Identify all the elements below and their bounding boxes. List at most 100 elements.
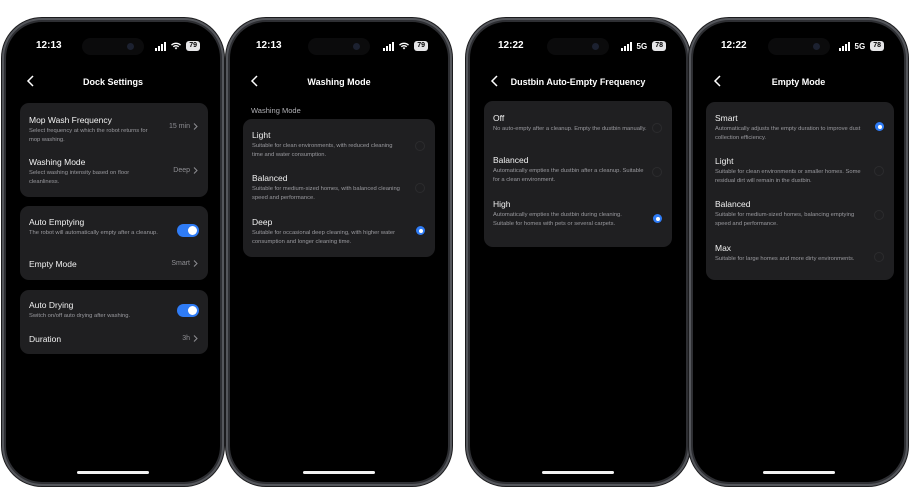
card-emptying: Auto Emptying The robot will automatical… (20, 206, 208, 280)
option-balanced[interactable]: Balanced Suitable for medium-sized homes… (243, 163, 435, 207)
option-light[interactable]: Light Suitable for clean environments, w… (243, 119, 435, 163)
status-time: 12:13 (36, 40, 62, 51)
option-deep[interactable]: Deep Suitable for occasional deep cleani… (243, 207, 435, 257)
row-title: Washing Mode (29, 157, 86, 167)
dynamic-island (547, 38, 609, 55)
phone-dock-settings: 12:13 79 Dock Settings Mop Wash Frequenc… (2, 18, 224, 486)
battery-icon: 78 (652, 41, 666, 51)
row-title: Auto Drying (29, 300, 74, 310)
options-card: Off No auto-empty after a cleanup. Empty… (484, 101, 672, 247)
row-title: Empty Mode (29, 259, 77, 269)
network-label: 5G (854, 41, 866, 51)
option-title: Deep (252, 217, 273, 227)
auto-emptying-toggle[interactable] (177, 224, 199, 237)
radio-button[interactable] (652, 167, 662, 177)
dynamic-island (308, 38, 370, 55)
radio-button[interactable] (874, 166, 884, 176)
status-time: 12:13 (256, 40, 282, 51)
option-balanced[interactable]: Balanced Automatically empties the dustb… (484, 145, 672, 189)
option-title: Balanced (493, 155, 529, 165)
row-desc: The robot will automatically empty after… (29, 230, 158, 236)
radio-button-selected[interactable] (875, 122, 884, 131)
option-desc: Automatically adjusts the empty duration… (715, 126, 861, 141)
phone-empty-mode: 12:22 5G 78 Empty Mode Smart Automatical… (689, 18, 908, 486)
dynamic-island (82, 38, 144, 55)
option-title: Balanced (715, 199, 751, 209)
home-indicator[interactable] (77, 471, 149, 474)
status-icons: 5G 78 (620, 41, 666, 51)
page-title: Empty Mode (771, 77, 826, 87)
row-mop-wash-frequency[interactable]: Mop Wash Frequency Select frequency at w… (20, 103, 208, 149)
radio-button[interactable] (415, 183, 425, 193)
status-icons: 5G 78 (838, 41, 884, 51)
status-time: 12:22 (721, 40, 747, 51)
card-washing: Mop Wash Frequency Select frequency at w… (20, 103, 208, 197)
chevron-right-icon (193, 335, 198, 342)
radio-button-selected[interactable] (416, 226, 425, 235)
option-high[interactable]: High Automatically empties the dustbin d… (484, 189, 672, 247)
option-title: Balanced (252, 173, 288, 183)
option-smart[interactable]: Smart Automatically adjusts the empty du… (706, 102, 894, 146)
row-empty-mode[interactable]: Empty Mode Smart (20, 248, 208, 280)
battery-icon: 79 (414, 41, 428, 51)
status-time: 12:22 (498, 40, 524, 51)
row-duration[interactable]: Duration 3h (20, 324, 208, 354)
row-desc: Select frequency at which the robot retu… (29, 128, 148, 143)
option-title: High (493, 199, 511, 209)
option-desc: Suitable for large homes and more dirty … (715, 256, 855, 262)
signal-icon (620, 41, 632, 51)
option-desc: Suitable for clean environments or small… (715, 169, 861, 184)
option-balanced[interactable]: Balanced Suitable for medium-sized homes… (706, 190, 894, 234)
row-washing-mode[interactable]: Washing Mode Select washing intensity ba… (20, 149, 208, 197)
signal-icon (155, 41, 167, 51)
row-value: 15 min (169, 123, 198, 130)
status-icons: 79 (383, 41, 428, 51)
row-value: Deep (173, 167, 198, 174)
screen: 12:13 79 Dock Settings Mop Wash Frequenc… (6, 22, 220, 482)
network-label: 5G (636, 41, 648, 51)
auto-drying-toggle[interactable] (177, 304, 199, 317)
chevron-right-icon (193, 123, 198, 130)
phone-washing-mode: 12:13 79 Washing Mode Washing Mode Light… (226, 18, 452, 486)
row-auto-drying: Auto Drying Switch on/off auto drying af… (20, 290, 208, 324)
row-desc: Select washing intensity based on floor … (29, 170, 130, 185)
row-desc: Switch on/off auto drying after washing. (29, 313, 131, 319)
radio-button[interactable] (415, 141, 425, 151)
wifi-icon (171, 42, 182, 50)
row-value: Smart (171, 260, 198, 267)
screen: 12:22 5G 78 Empty Mode Smart Automatical… (693, 22, 904, 482)
options-card: Smart Automatically adjusts the empty du… (706, 102, 894, 280)
row-title: Mop Wash Frequency (29, 115, 112, 125)
row-title: Auto Emptying (29, 217, 85, 227)
home-indicator[interactable] (542, 471, 614, 474)
option-desc: Automatically empties the dustbin after … (493, 168, 644, 183)
wifi-icon (399, 42, 410, 50)
radio-button-selected[interactable] (653, 214, 662, 223)
option-title: Max (715, 243, 732, 253)
card-drying: Auto Drying Switch on/off auto drying af… (20, 290, 208, 354)
option-desc: Suitable for occasional deep cleaning, w… (252, 230, 396, 245)
home-indicator[interactable] (303, 471, 375, 474)
signal-icon (383, 41, 395, 51)
option-off[interactable]: Off No auto-empty after a cleanup. Empty… (484, 101, 672, 145)
signal-icon (838, 41, 850, 51)
page-title: Washing Mode (307, 77, 371, 87)
row-auto-emptying: Auto Emptying The robot will automatical… (20, 206, 208, 248)
radio-button[interactable] (874, 252, 884, 262)
option-desc: Suitable for clean environments, with re… (252, 143, 393, 158)
row-title: Duration (29, 334, 62, 344)
option-light[interactable]: Light Suitable for clean environments or… (706, 146, 894, 190)
home-indicator[interactable] (762, 471, 835, 474)
option-title: Light (715, 156, 734, 166)
option-title: Smart (715, 113, 738, 123)
screen: 12:22 5G 78 Dustbin Auto-Empty Frequency… (470, 22, 686, 482)
battery-icon: 79 (186, 41, 200, 51)
radio-button[interactable] (652, 123, 662, 133)
radio-button[interactable] (874, 210, 884, 220)
option-desc: Automatically empties the dustbin during… (493, 212, 622, 227)
page-title: Dock Settings (82, 77, 143, 87)
option-max[interactable]: Max Suitable for large homes and more di… (706, 234, 894, 280)
option-desc: No auto-empty after a cleanup. Empty the… (493, 126, 647, 132)
option-title: Off (493, 113, 505, 123)
chevron-right-icon (193, 167, 198, 174)
